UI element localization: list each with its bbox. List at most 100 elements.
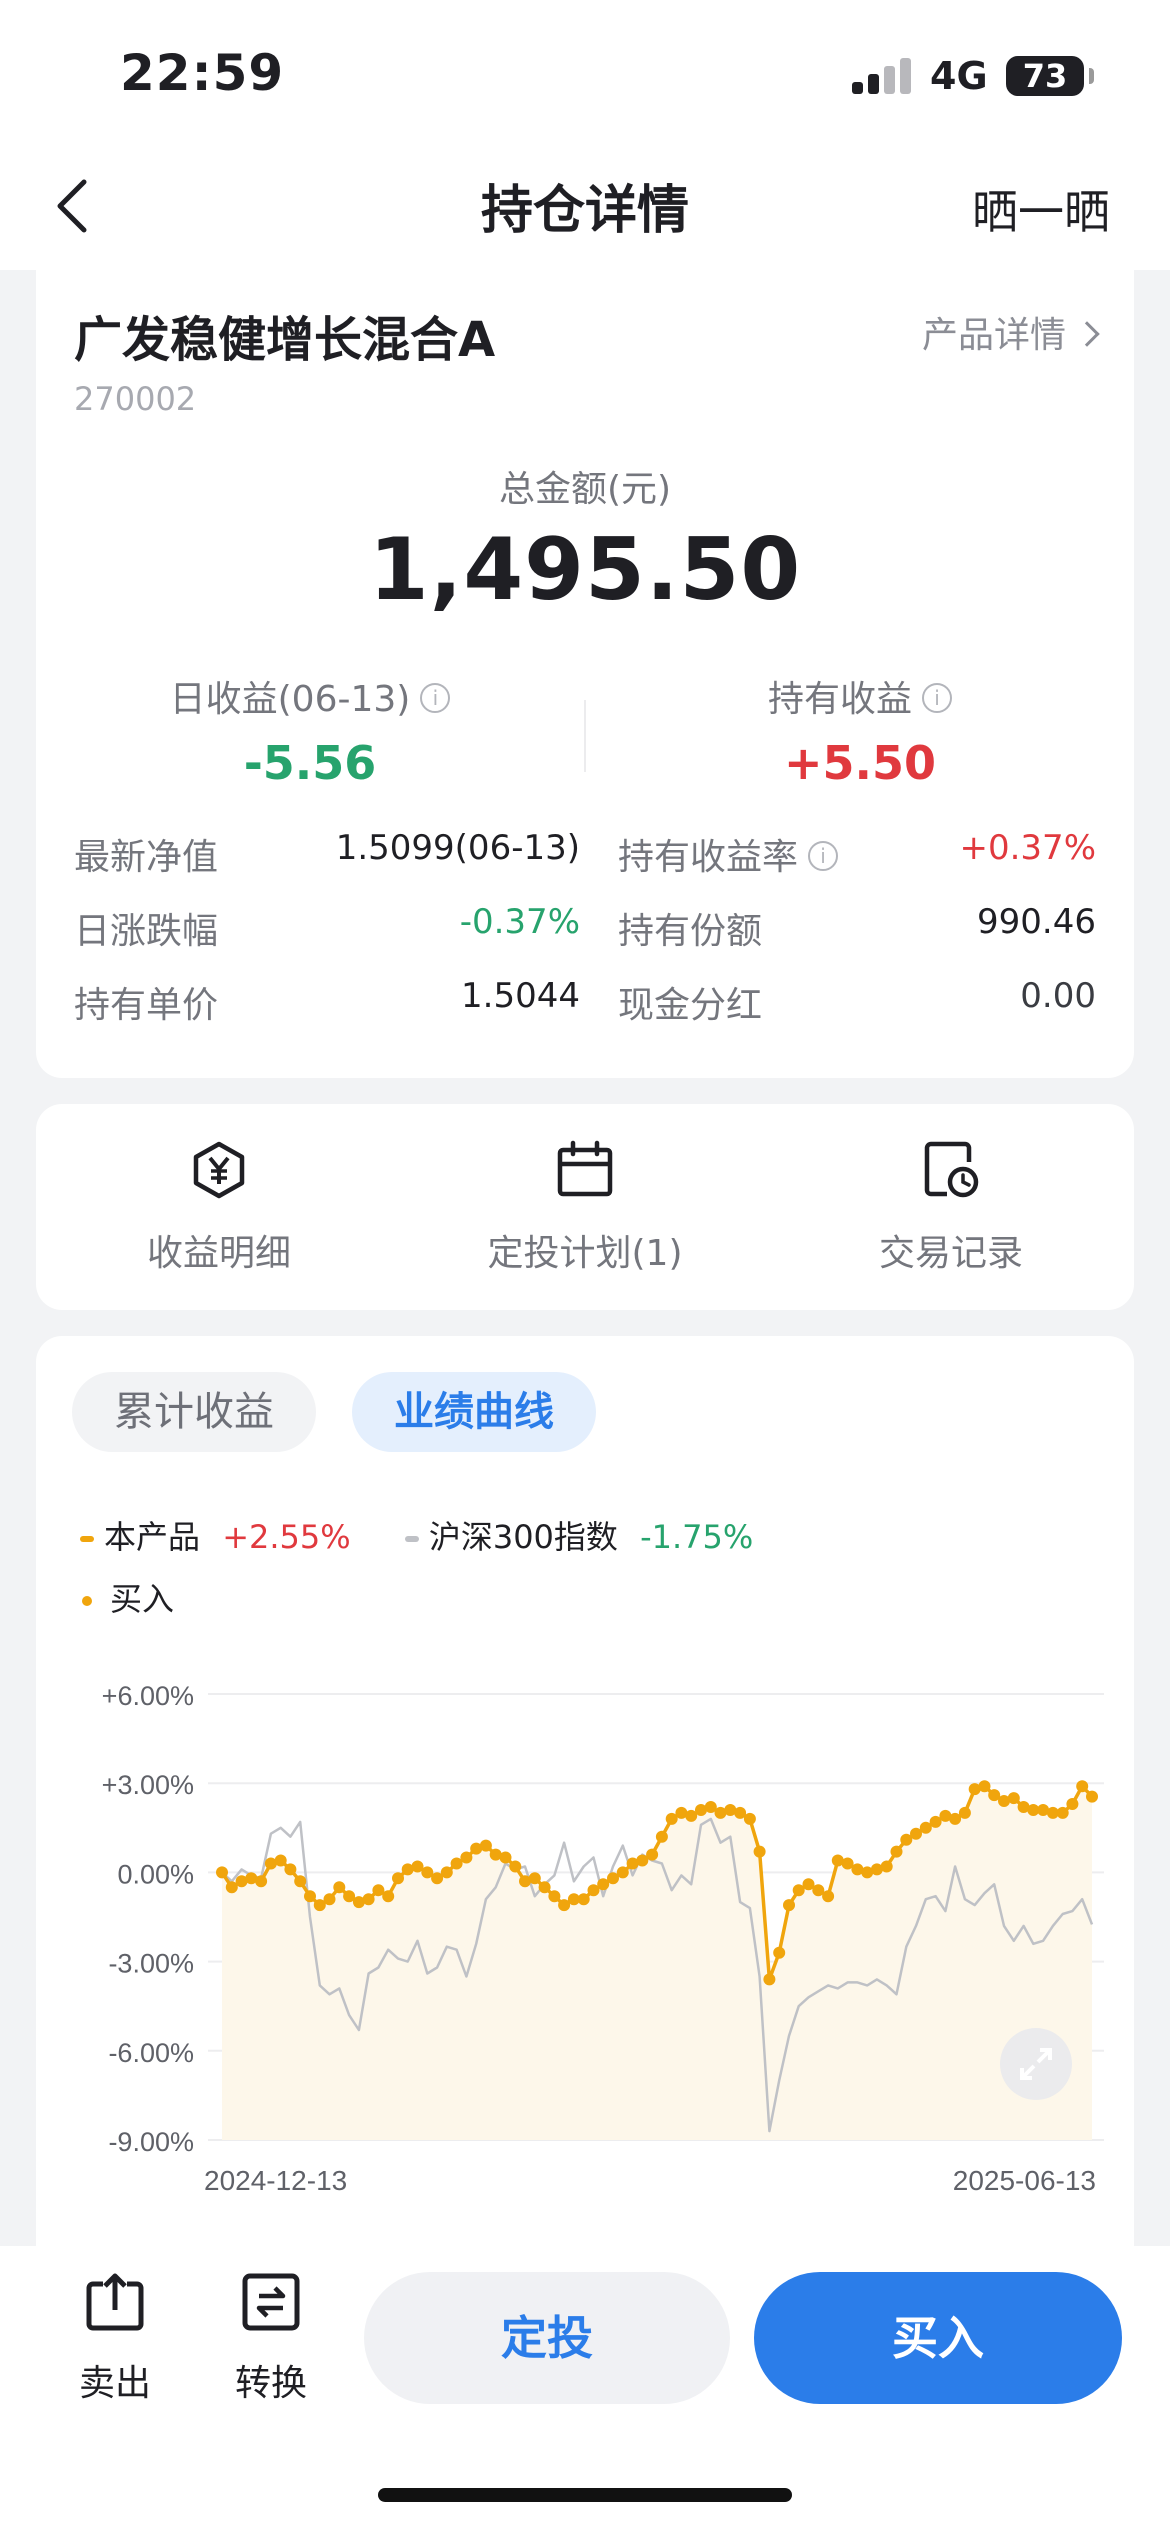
total-amount-label: 总金额(元) xyxy=(498,469,672,510)
record-clock-icon xyxy=(924,1141,979,1198)
sip-button[interactable]: 定投 xyxy=(364,2272,730,2404)
fund-code: 270002 xyxy=(74,380,197,418)
cash-dividend-label: 现金分红 xyxy=(618,985,763,1026)
buy-point xyxy=(548,1890,561,1903)
buy-point xyxy=(1007,1792,1020,1805)
buy-point xyxy=(323,1893,336,1906)
buy-point xyxy=(284,1863,297,1876)
legend-index-label: 沪深300指数 xyxy=(428,1518,618,1556)
convert-label: 转换 xyxy=(234,2363,307,2404)
x-tick-label: 2024-12-13 xyxy=(204,2165,347,2196)
buy-point xyxy=(763,1973,776,1986)
buy-point xyxy=(538,1881,551,1894)
chart-legend-buy: 买入 xyxy=(80,1574,174,1620)
daily-change-label: 日涨跌幅 xyxy=(74,911,219,952)
trade-record-label: 交易记录 xyxy=(878,1233,1023,1274)
buy-point xyxy=(880,1860,893,1873)
buy-point xyxy=(333,1881,346,1894)
income-detail-label: 收益明细 xyxy=(146,1233,291,1274)
buy-point xyxy=(1066,1798,1079,1810)
income-detail-button[interactable]: 收益明细 xyxy=(36,1140,402,1276)
unit-cost-label: 持有单价 xyxy=(74,985,219,1026)
buy-point xyxy=(1086,1790,1098,1803)
legend-index-value: -1.75% xyxy=(640,1518,754,1556)
buy-point xyxy=(294,1875,307,1888)
sell-button[interactable]: 卖出 xyxy=(60,2270,170,2406)
y-tick-label: +6.00% xyxy=(102,1681,194,1711)
detail-row: 日涨跌幅 -0.37% xyxy=(74,902,580,952)
buy-point xyxy=(655,1830,668,1843)
buy-point xyxy=(255,1875,268,1888)
detail-row: 现金分红 0.00 xyxy=(618,976,1096,1026)
buy-point xyxy=(304,1890,316,1903)
buy-point xyxy=(499,1851,512,1864)
total-amount-value: 1,495.50 xyxy=(368,520,802,620)
upload-box-icon xyxy=(86,2273,144,2331)
detail-row: 持有份额 990.46 xyxy=(618,902,1096,952)
buy-point xyxy=(479,1839,492,1852)
holding-return-rate-value: +0.37% xyxy=(959,828,1097,868)
sip-plan-button[interactable]: 定投计划(1) xyxy=(402,1140,768,1276)
status-bar: 22:59 4G 73 xyxy=(0,0,1170,140)
buy-point xyxy=(382,1890,395,1903)
daily-income-value: -5.56 xyxy=(243,736,377,790)
tab-cumulative-income[interactable]: 累计收益 xyxy=(72,1372,316,1452)
buy-button[interactable]: 买入 xyxy=(754,2272,1122,2404)
buy-point xyxy=(460,1851,473,1864)
unit-cost-value: 1.5044 xyxy=(461,976,580,1016)
buy-point xyxy=(528,1872,541,1885)
info-icon[interactable]: i xyxy=(922,683,952,713)
detail-row: 持有单价 1.5044 xyxy=(74,976,580,1026)
product-detail-label: 产品详情 xyxy=(921,315,1066,356)
buy-point xyxy=(783,1899,795,1912)
x-tick-label: 2025-06-13 xyxy=(953,2165,1096,2196)
battery-icon: 73 xyxy=(1006,56,1094,96)
detail-row: 持有收益率 i +0.37% xyxy=(618,828,1096,878)
buy-point xyxy=(1076,1780,1089,1793)
network-type: 4G xyxy=(930,54,988,98)
holding-income-label: 持有收益 xyxy=(767,679,912,720)
sip-plan-label: 定投计划(1) xyxy=(487,1233,683,1274)
buy-point xyxy=(978,1780,991,1793)
y-tick-label: -6.00% xyxy=(108,2038,194,2068)
convert-button[interactable]: 转换 xyxy=(216,2270,326,2406)
fund-name: 广发稳健增长混合A xyxy=(74,312,496,368)
buy-point xyxy=(646,1848,659,1861)
yuan-hexagon-icon xyxy=(193,1141,245,1199)
swap-box-icon xyxy=(242,2273,300,2331)
holding-income: 持有收益 i +5.50 xyxy=(586,670,1134,790)
daily-income-label: 日收益(06-13) xyxy=(169,679,411,720)
calendar-icon xyxy=(557,1140,613,1197)
buy-point xyxy=(958,1806,971,1819)
legend-buy-swatch xyxy=(82,1596,92,1606)
home-indicator xyxy=(378,2488,792,2502)
latest-nav-value: 1.5099(06-13) xyxy=(335,828,580,868)
legend-buy-label: 买入 xyxy=(110,1580,175,1618)
expand-chart-button[interactable] xyxy=(1000,2028,1072,2100)
product-detail-link[interactable]: 产品详情 xyxy=(921,306,1100,358)
tab-performance-curve[interactable]: 业绩曲线 xyxy=(352,1372,596,1452)
buy-point xyxy=(773,1946,786,1959)
expand-icon xyxy=(1020,2048,1052,2080)
share-button[interactable]: 晒一晒 xyxy=(972,176,1110,242)
buy-point xyxy=(753,1845,766,1858)
actions-card: 收益明细 定投计划(1) 交易记录 xyxy=(36,1104,1134,1310)
buy-point xyxy=(216,1866,228,1879)
trade-record-button[interactable]: 交易记录 xyxy=(768,1140,1134,1276)
latest-nav-label: 最新净值 xyxy=(74,837,219,878)
buy-point xyxy=(822,1890,835,1903)
buy-point xyxy=(743,1812,756,1825)
y-tick-label: -3.00% xyxy=(108,1949,194,1979)
buy-point xyxy=(440,1866,453,1879)
detail-row: 最新净值 1.5099(06-13) xyxy=(74,828,580,878)
info-icon[interactable]: i xyxy=(420,683,451,713)
cellular-signal-icon xyxy=(852,58,912,94)
info-icon[interactable]: i xyxy=(808,841,839,871)
y-tick-label: 0.00% xyxy=(117,1859,194,1889)
legend-product-swatch xyxy=(80,1536,94,1542)
holding-summary-card: 广发稳健增长混合A 270002 产品详情 总金额(元) 1,495.50 日收… xyxy=(36,270,1134,1078)
chart-legend: 本产品 +2.55% 沪深300指数 -1.75% xyxy=(80,1512,753,1558)
buy-point xyxy=(616,1866,629,1879)
daily-change-value: -0.37% xyxy=(459,902,580,942)
holding-shares-label: 持有份额 xyxy=(618,911,763,952)
